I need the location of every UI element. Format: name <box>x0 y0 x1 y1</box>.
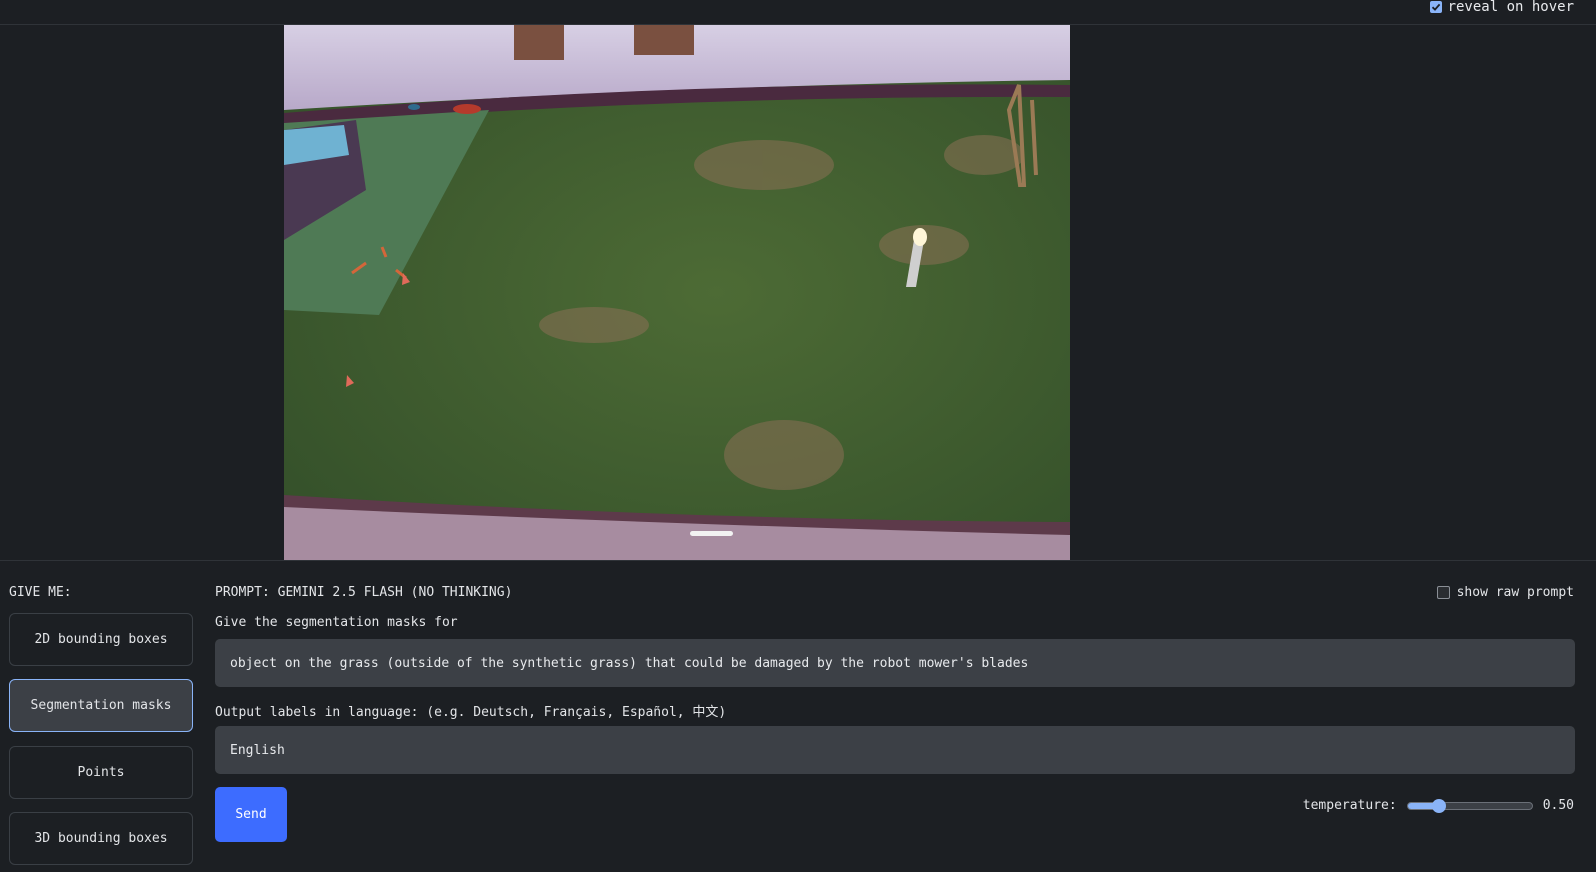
control-panel: GIVE ME: 2D bounding boxes Segmentation … <box>0 560 1596 872</box>
reveal-checkbox-icon[interactable] <box>1429 1 1442 13</box>
mode-segmentation-masks-button[interactable]: Segmentation masks <box>9 679 193 732</box>
language-input[interactable]: English <box>215 726 1575 774</box>
language-label: Output labels in language: (e.g. Deutsch… <box>215 705 727 720</box>
reveal-on-hover-toggle[interactable]: reveal on hover <box>1429 0 1574 15</box>
mode-3d-bounding-boxes-button[interactable]: 3D bounding boxes <box>9 812 193 865</box>
instruction-label: Give the segmentation masks for <box>215 615 458 630</box>
temperature-label: temperature: <box>1302 798 1397 813</box>
show-raw-checkbox-icon[interactable] <box>1436 586 1450 599</box>
temperature-value: 0.50 <box>1542 798 1574 813</box>
send-button[interactable]: Send <box>215 787 287 842</box>
lawn-photo-icon <box>284 25 1070 560</box>
lawn-camera-image[interactable] <box>284 25 1070 560</box>
top-bar: reveal on hover <box>0 0 1596 25</box>
mode-points-button[interactable]: Points <box>9 746 193 799</box>
show-raw-prompt-toggle[interactable]: show raw prompt <box>1436 585 1574 600</box>
temperature-slider[interactable] <box>1406 798 1533 813</box>
query-input[interactable]: object on the grass (outside of the synt… <box>215 639 1575 687</box>
temperature-slider-thumb[interactable] <box>1431 798 1446 813</box>
prompt-title: PROMPT: GEMINI 2.5 FLASH (NO THINKING) <box>215 585 513 600</box>
temperature-control: temperature: 0.50 <box>1303 798 1574 813</box>
show-raw-label: show raw prompt <box>1456 585 1574 600</box>
mode-2d-bounding-boxes-button[interactable]: 2D bounding boxes <box>9 613 193 666</box>
reveal-label: reveal on hover <box>1447 0 1574 15</box>
give-me-label: GIVE ME: <box>9 585 72 600</box>
